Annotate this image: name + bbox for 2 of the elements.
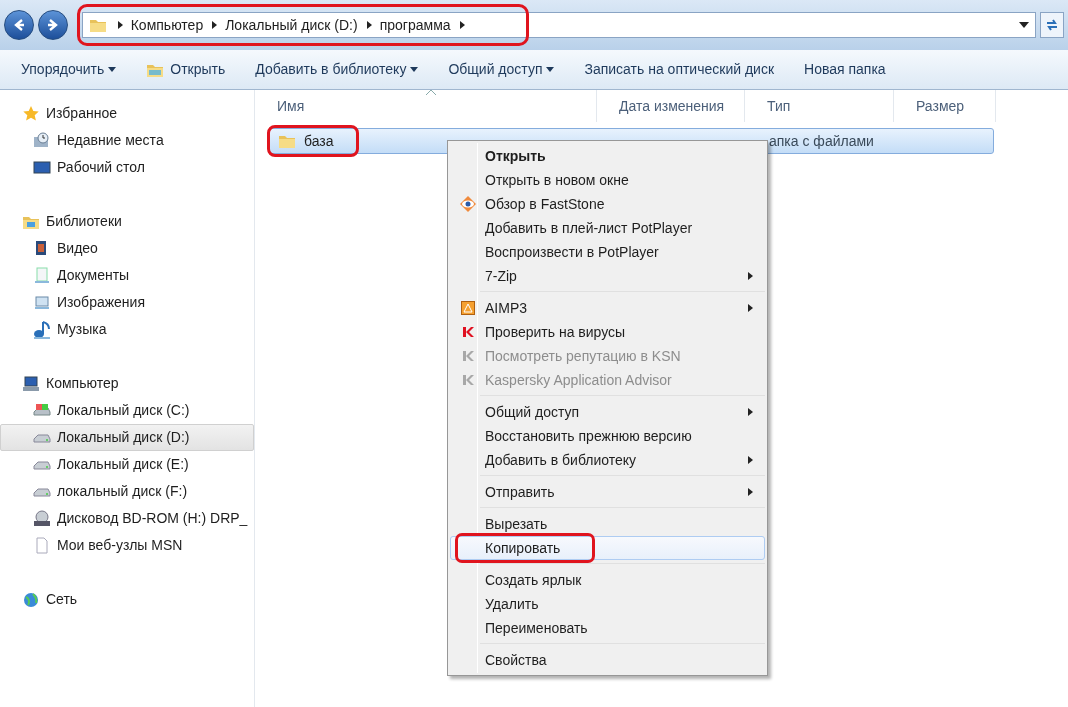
file-type: апка с файлами [769,131,874,151]
file-name: база [304,131,334,151]
